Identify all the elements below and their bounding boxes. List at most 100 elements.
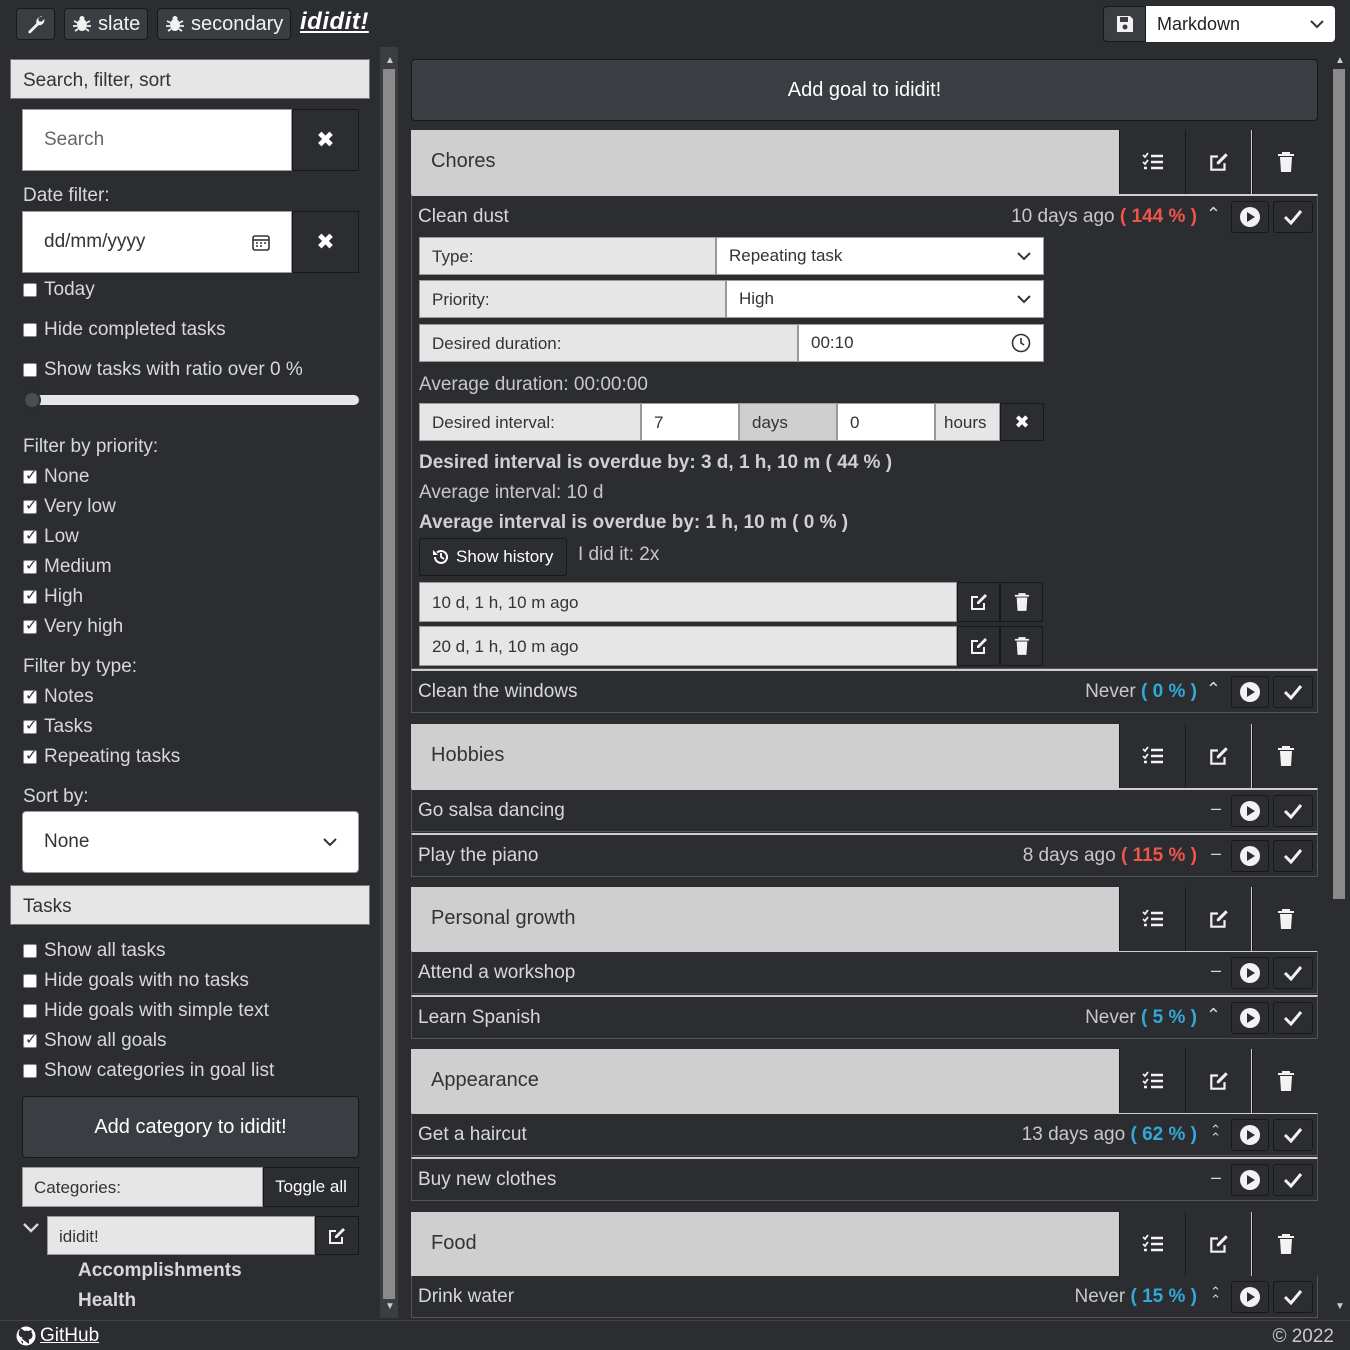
start-task-button[interactable] <box>1231 676 1269 708</box>
category-item[interactable]: Health <box>78 1290 136 1312</box>
filter-checkbox[interactable]: None <box>23 466 89 488</box>
filter-checkbox[interactable]: Low <box>23 526 79 548</box>
minus-icon[interactable]: – <box>1211 1167 1221 1188</box>
start-task-button[interactable] <box>1231 1119 1269 1151</box>
goal-edit-button[interactable] <box>1185 887 1251 951</box>
date-input[interactable]: dd/mm/yyyy <box>22 211 292 273</box>
start-task-button[interactable] <box>1231 201 1269 233</box>
goal-tasks-button[interactable] <box>1119 1212 1185 1276</box>
priority-select[interactable]: High <box>726 280 1044 318</box>
goal-edit-button[interactable] <box>1185 1212 1251 1276</box>
double-chevron-up-icon[interactable]: ⌃ ⌃ <box>1210 1123 1221 1144</box>
filter-checkbox[interactable]: Repeating tasks <box>23 746 180 768</box>
search-input[interactable]: Search <box>22 109 292 171</box>
today-checkbox[interactable]: Today <box>23 279 95 301</box>
checkbox-box[interactable] <box>23 1064 37 1078</box>
complete-task-button[interactable] <box>1273 1002 1313 1034</box>
task-row[interactable]: Attend a workshop – <box>411 950 1318 994</box>
toggle-all-button[interactable]: Toggle all <box>263 1167 359 1207</box>
delete-history-button[interactable] <box>1000 582 1043 622</box>
task-row[interactable]: Buy new clothes – <box>411 1157 1318 1201</box>
task-name[interactable]: Go salsa dancing <box>418 800 565 822</box>
duration-input[interactable]: 00:10 <box>798 324 1044 362</box>
complete-task-button[interactable] <box>1273 1164 1313 1196</box>
chevron-up-icon[interactable]: ⌃ <box>1206 1005 1221 1026</box>
minus-icon[interactable]: – <box>1211 960 1221 981</box>
goal-delete-button[interactable] <box>1252 130 1318 194</box>
delete-history-button[interactable] <box>1000 626 1043 666</box>
task-name[interactable]: Play the piano <box>418 845 538 867</box>
checkbox-box[interactable] <box>23 944 37 958</box>
filter-checkbox[interactable]: Very high <box>23 616 123 638</box>
minus-icon[interactable]: – <box>1211 843 1221 864</box>
task-name[interactable]: Clean dust <box>418 206 509 228</box>
start-task-button[interactable] <box>1231 1002 1269 1034</box>
chevron-down-icon[interactable] <box>22 1221 40 1235</box>
checkbox-box[interactable] <box>23 616 38 634</box>
checkbox-box[interactable] <box>23 496 38 514</box>
goal-delete-button[interactable] <box>1252 887 1318 951</box>
goal-tasks-button[interactable] <box>1119 1049 1185 1113</box>
filter-checkbox[interactable]: High <box>23 586 83 608</box>
checkbox-box[interactable] <box>23 686 38 704</box>
checkbox-box[interactable] <box>23 974 37 988</box>
task-row[interactable]: Drink water Never ( 15 % ) ⌃ ⌃ <box>411 1274 1318 1318</box>
chevron-up-icon[interactable]: ⌃ <box>1206 679 1221 700</box>
checkbox-box[interactable] <box>23 363 37 377</box>
task-row[interactable]: Get a haircut 13 days ago ( 62 % ) ⌃ ⌃ <box>411 1112 1318 1156</box>
checkbox-box[interactable] <box>23 746 38 764</box>
scroll-down-arrow[interactable]: ▼ <box>385 1301 395 1312</box>
start-task-button[interactable] <box>1231 840 1269 872</box>
filter-checkbox[interactable]: Notes <box>23 686 94 708</box>
start-task-button[interactable] <box>1231 1281 1269 1313</box>
filter-checkbox[interactable]: Very low <box>23 496 116 518</box>
interval-days-input[interactable]: 7 <box>641 403 739 441</box>
checkbox-box[interactable] <box>23 526 38 544</box>
filter-checkbox[interactable]: Hide goals with no tasks <box>23 970 249 992</box>
checkbox-box[interactable] <box>23 556 38 574</box>
add-category-button[interactable]: Add category to ididit! <box>22 1096 359 1158</box>
task-name[interactable]: Learn Spanish <box>418 1007 541 1029</box>
chevron-up-icon[interactable]: ⌃ <box>1206 204 1221 225</box>
goal-edit-button[interactable] <box>1185 130 1251 194</box>
goal-edit-button[interactable] <box>1185 1049 1251 1113</box>
filter-checkbox[interactable]: Medium <box>23 556 112 578</box>
category-item[interactable]: Accomplishments <box>78 1260 242 1282</box>
complete-task-button[interactable] <box>1273 1119 1313 1151</box>
theme-slate-button[interactable]: slate <box>64 8 149 40</box>
task-name[interactable]: Drink water <box>418 1286 514 1308</box>
checkbox-box[interactable] <box>23 716 38 734</box>
checkbox-box[interactable] <box>23 283 37 297</box>
filter-checkbox[interactable]: Hide goals with simple text <box>23 1000 269 1022</box>
save-button[interactable] <box>1103 6 1146 42</box>
task-row[interactable]: Clean the windows Never ( 0 % ) ⌃ <box>411 669 1318 713</box>
task-name[interactable]: Clean the windows <box>418 681 577 703</box>
scroll-down-arrow[interactable]: ▼ <box>1335 1301 1345 1312</box>
checkbox-box[interactable] <box>23 1004 37 1018</box>
scroll-up-arrow[interactable]: ▲ <box>385 55 395 66</box>
clear-date-button[interactable]: ✖ <box>292 211 359 273</box>
filter-checkbox[interactable]: Show all goals <box>23 1030 167 1052</box>
checkbox-box[interactable] <box>23 323 37 337</box>
minus-icon[interactable]: – <box>1211 798 1221 819</box>
task-row[interactable]: Play the piano 8 days ago ( 115 % ) – <box>411 833 1318 877</box>
show-history-button[interactable]: Show history <box>419 538 567 576</box>
main-scrollbar[interactable]: ▲ ▼ <box>1330 47 1348 1318</box>
edit-history-button[interactable] <box>957 626 1000 666</box>
complete-task-button[interactable] <box>1273 201 1313 233</box>
task-name[interactable]: Get a haircut <box>418 1124 527 1146</box>
main-scrollbar-thumb[interactable] <box>1333 69 1345 899</box>
interval-hours-input[interactable]: 0 <box>837 403 935 441</box>
goal-tasks-button[interactable] <box>1119 724 1185 788</box>
complete-task-button[interactable] <box>1273 840 1313 872</box>
checkbox-box[interactable] <box>23 586 38 604</box>
edit-history-button[interactable] <box>957 582 1000 622</box>
start-task-button[interactable] <box>1231 957 1269 989</box>
start-task-button[interactable] <box>1231 1164 1269 1196</box>
hide-completed-checkbox[interactable]: Hide completed tasks <box>23 319 226 341</box>
sidebar-scrollbar-thumb[interactable] <box>383 69 395 1299</box>
complete-task-button[interactable] <box>1273 795 1313 827</box>
task-row[interactable]: Go salsa dancing – <box>411 788 1318 832</box>
type-select[interactable]: Repeating task <box>716 237 1044 275</box>
sidebar-scrollbar[interactable]: ▲ ▼ <box>380 47 398 1318</box>
